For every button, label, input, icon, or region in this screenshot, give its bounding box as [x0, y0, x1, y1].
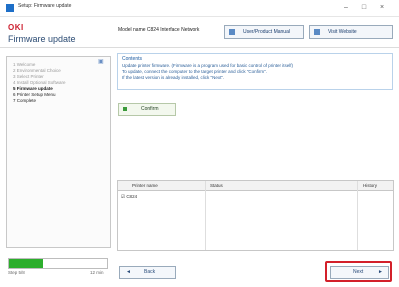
back-label: Back [144, 269, 156, 275]
maximize-button[interactable]: □ [356, 2, 372, 14]
sidebar-item-complete: 7 Complete [13, 98, 37, 103]
confirm-label: Confirm [141, 106, 159, 112]
printer-checkbox-icon[interactable]: ☑ [121, 194, 125, 199]
notice-line: If the latest version is already install… [122, 75, 225, 80]
back-button[interactable]: ◄ Back [119, 266, 176, 279]
column-divider [357, 181, 358, 250]
progress-fill [9, 259, 43, 268]
app-icon [6, 4, 14, 12]
next-button[interactable]: Next ► [330, 266, 389, 279]
user-manual-button[interactable]: User/Product Manual [224, 25, 304, 39]
close-button[interactable]: × [374, 2, 390, 14]
next-arrow-icon: ► [378, 269, 383, 275]
sidebar-item-firmware-update: 5 Firmware update [13, 86, 53, 91]
minimize-button[interactable]: – [338, 2, 354, 14]
notice-line: Update printer firmware. (Firmware is a … [122, 63, 294, 68]
printer-name-cell: C824 [126, 194, 138, 199]
column-header-printer: Printer name [132, 183, 158, 188]
sidebar-item-select-printer: 3 Select Printer [13, 74, 44, 79]
steps-sidebar: 1 Welcome 2 Environmental Choice 3 Selec… [6, 56, 111, 248]
model-info: Model name C824 Interface Network [118, 27, 200, 33]
column-divider [205, 181, 206, 250]
sidebar-item-optional-software: 4 Install Optional Software [13, 80, 66, 85]
next-label: Next [353, 269, 364, 275]
sidebar-collapse-icon[interactable]: ▣ [98, 58, 104, 65]
user-manual-label: User/Product Manual [243, 29, 290, 35]
table-row[interactable]: ☑ C824 [121, 194, 137, 200]
app-header: OKI Firmware update Model name C824 Inte… [0, 17, 399, 48]
globe-icon [314, 29, 320, 35]
printer-table: Printer name Status History ☑ C824 [117, 180, 394, 251]
title-bar: Setup: Firmware update – □ × [0, 0, 399, 17]
notice-line: To update, connect the computer to the t… [122, 69, 268, 74]
sidebar-item-environmental: 2 Environmental Choice [13, 68, 61, 73]
progress-step-label: Step 5/8 [8, 270, 25, 275]
page-title: Firmware update [8, 34, 76, 44]
confirm-button[interactable]: Confirm [118, 103, 176, 116]
visit-website-button[interactable]: Visit Website [309, 25, 393, 39]
sidebar-item-welcome: 1 Welcome [13, 62, 36, 67]
contents-notice: Contents Update printer firmware. (Firmw… [117, 53, 393, 90]
window-title: Setup: Firmware update [18, 3, 72, 9]
column-header-history: History [363, 183, 378, 188]
sidebar-item-setup-menu: 6 Printer Setup Menu [13, 92, 56, 97]
table-header: Printer name Status History [118, 181, 393, 191]
manual-icon [229, 29, 235, 35]
progress-time-label: 12 min [90, 270, 104, 275]
visit-website-label: Visit Website [328, 29, 357, 35]
brand-logo: OKI [8, 23, 24, 32]
back-arrow-icon: ◄ [126, 269, 131, 275]
notice-heading: Contents [122, 56, 143, 62]
confirm-icon [123, 107, 127, 111]
progress-bar [8, 258, 108, 269]
column-header-status: Status [210, 183, 223, 188]
